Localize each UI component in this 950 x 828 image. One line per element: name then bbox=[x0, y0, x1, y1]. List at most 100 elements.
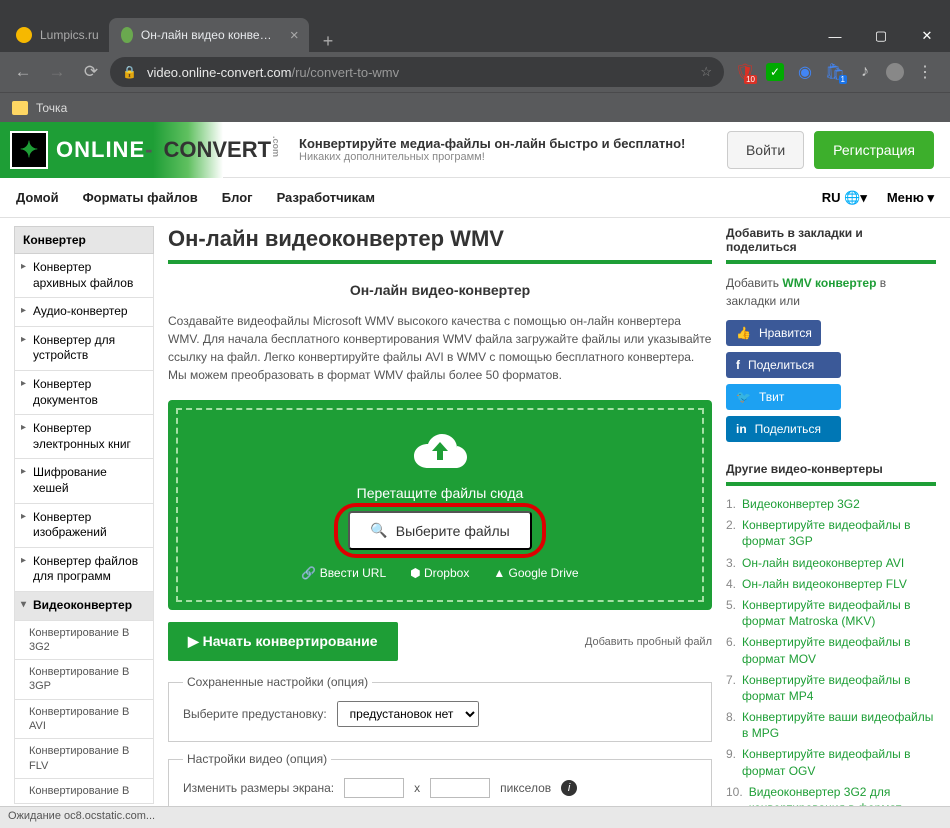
extension-icon[interactable]: ◉ bbox=[796, 63, 814, 81]
favicon-icon bbox=[121, 27, 133, 43]
sidebar-item-active[interactable]: Видеоконвертер bbox=[14, 592, 154, 621]
extension-icon[interactable]: ♪ bbox=[856, 63, 874, 81]
folder-icon bbox=[12, 101, 28, 115]
dropzone[interactable]: Перетащите файлы сюда 🔍 Выберите файлы 🔗… bbox=[168, 400, 712, 610]
status-bar: Ожидание oc8.ocstatic.com... bbox=[0, 806, 950, 828]
window-titlebar: Lumpics.ru Он-лайн видео конвертер WMV ×… bbox=[0, 0, 950, 52]
nav-formats[interactable]: Форматы файлов bbox=[83, 190, 198, 205]
nav-blog[interactable]: Блог bbox=[222, 190, 253, 205]
saved-presets-fieldset: Сохраненные настройки (опция) Выберите п… bbox=[168, 675, 712, 742]
linkedin-share-button[interactable]: in Поделиться bbox=[726, 416, 841, 442]
source-dropbox[interactable]: ⬢ Dropbox bbox=[410, 566, 469, 580]
other-converters-header: Другие видео-конвертеры bbox=[726, 462, 936, 486]
register-button[interactable]: Регистрация bbox=[814, 131, 934, 169]
sidebar-item[interactable]: Конвертер файлов для программ bbox=[14, 548, 154, 592]
preset-label: Выберите предустановку: bbox=[183, 707, 327, 721]
sidebar-item[interactable]: Конвертер изображений bbox=[14, 504, 154, 548]
sidebar-subitem[interactable]: Конвертирование В 3G2 bbox=[14, 621, 154, 661]
reload-button[interactable]: ⟳ bbox=[76, 57, 106, 87]
new-tab-button[interactable]: + bbox=[309, 31, 348, 52]
logo-icon: ✦ bbox=[10, 131, 48, 169]
nav-home[interactable]: Домой bbox=[16, 190, 59, 205]
address-bar: ← → ⟳ 🔒 video.online-convert.com/ru/conv… bbox=[0, 52, 950, 92]
converter-link[interactable]: Конвертируйте видеофайлы в формат OGV bbox=[742, 746, 936, 778]
converter-link[interactable]: Он-лайн видеоконвертер AVI bbox=[742, 555, 904, 571]
extension-icon[interactable]: 🛡10 bbox=[736, 63, 754, 81]
trial-file-link[interactable]: Добавить пробный файл bbox=[585, 636, 712, 648]
page-title: Он-лайн видеоконвертер WMV bbox=[168, 226, 712, 264]
profile-avatar[interactable] bbox=[886, 63, 904, 81]
converter-link[interactable]: Конвертируйте ваши видеофайлы в MPG bbox=[742, 709, 936, 741]
sidebar-subitem[interactable]: Конвертирование В FLV bbox=[14, 739, 154, 779]
bookmark-text: Добавить WMV конвертер в закладки или bbox=[726, 274, 936, 310]
preset-select[interactable]: предустановок нет bbox=[337, 701, 479, 727]
converter-link[interactable]: Конвертируйте видеофайлы в формат MOV bbox=[742, 634, 936, 666]
wmv-converter-link[interactable]: WMV конвертер bbox=[782, 276, 876, 290]
cloud-upload-icon bbox=[413, 430, 467, 470]
language-selector[interactable]: RU 🌐▾ bbox=[822, 190, 867, 206]
extension-icon[interactable]: 🛍1 bbox=[826, 63, 844, 81]
nav-developers[interactable]: Разработчикам bbox=[277, 190, 375, 205]
converter-list: 1.Видеоконвертер 3G2 2.Конвертируйте вид… bbox=[726, 496, 936, 806]
url-host: video.online-convert.com bbox=[147, 65, 292, 80]
minimize-button[interactable]: — bbox=[812, 20, 858, 52]
resize-label: Изменить размеры экрана: bbox=[183, 781, 334, 795]
sidebar-item[interactable]: Конвертер архивных файлов bbox=[14, 254, 154, 298]
login-button[interactable]: Войти bbox=[727, 131, 804, 169]
converter-link[interactable]: Конвертируйте видеофайлы в формат Matros… bbox=[742, 597, 936, 629]
twitter-share-button[interactable]: 🐦 Твит bbox=[726, 384, 841, 410]
site-header: ✦ ONLINE- CONVERT.com Конвертируйте меди… bbox=[0, 122, 950, 178]
bookmark-box-header: Добавить в закладки и поделиться bbox=[726, 226, 936, 264]
forward-button[interactable]: → bbox=[42, 57, 72, 87]
maximize-button[interactable]: ▢ bbox=[858, 20, 904, 52]
menu-toggle[interactable]: Меню ▾ bbox=[887, 190, 934, 206]
menu-icon[interactable]: ⋮ bbox=[916, 63, 934, 81]
sidebar-item[interactable]: Конвертер для устройств bbox=[14, 327, 154, 371]
like-button[interactable]: 👍 Нравится bbox=[726, 320, 821, 346]
close-icon[interactable]: × bbox=[290, 27, 299, 44]
favicon-icon bbox=[16, 27, 32, 43]
bookmark-item[interactable]: Точка bbox=[36, 101, 67, 115]
url-field[interactable]: 🔒 video.online-convert.com/ru/convert-to… bbox=[110, 57, 724, 87]
sidebar: Конвертер Конвертер архивных файлов Ауди… bbox=[14, 226, 154, 806]
width-input[interactable] bbox=[344, 778, 404, 798]
sidebar-item[interactable]: Конвертер документов bbox=[14, 371, 154, 415]
bookmarks-bar: Точка bbox=[0, 92, 950, 122]
sidebar-subitem[interactable]: Конвертирование В AVI bbox=[14, 700, 154, 740]
logo-text: CONVERT.com bbox=[163, 136, 281, 163]
browser-tab-active[interactable]: Он-лайн видео конвертер WMV × bbox=[109, 18, 309, 52]
converter-link[interactable]: Видеоконвертер 3G2 для конвертирования в… bbox=[749, 784, 936, 806]
star-icon[interactable]: ☆ bbox=[700, 64, 712, 80]
description: Создавайте видеофайлы Microsoft WMV высо… bbox=[168, 312, 712, 384]
height-input[interactable] bbox=[430, 778, 490, 798]
sidebar-header: Конвертер bbox=[14, 226, 154, 254]
sidebar-item[interactable]: Аудио-конвертер bbox=[14, 298, 154, 327]
tagline: Конвертируйте медиа-файлы он-лайн быстро… bbox=[299, 136, 685, 151]
subtitle: Он-лайн видео-конвертер bbox=[168, 282, 712, 298]
source-url[interactable]: 🔗 Ввести URL bbox=[301, 566, 386, 580]
browser-tab-inactive[interactable]: Lumpics.ru bbox=[4, 18, 109, 52]
url-path: /ru/convert-to-wmv bbox=[291, 65, 399, 80]
converter-link[interactable]: Он-лайн видеоконвертер FLV bbox=[742, 576, 907, 592]
converter-link[interactable]: Конвертируйте видеофайлы в формат 3GP bbox=[742, 517, 936, 549]
main-nav: Домой Форматы файлов Блог Разработчикам … bbox=[0, 178, 950, 218]
sidebar-item[interactable]: Конвертер электронных книг bbox=[14, 415, 154, 459]
sidebar-subitem[interactable]: Конвертирование В 3GP bbox=[14, 660, 154, 700]
facebook-share-button[interactable]: f Поделиться bbox=[726, 352, 841, 378]
video-settings-fieldset: Настройки видео (опция) Изменить размеры… bbox=[168, 752, 712, 806]
info-icon[interactable]: i bbox=[561, 780, 577, 796]
sidebar-item[interactable]: Шифрование хешей bbox=[14, 459, 154, 503]
close-button[interactable]: ✕ bbox=[904, 20, 950, 52]
extension-icon[interactable]: ✓ bbox=[766, 63, 784, 81]
converter-link[interactable]: Конвертируйте видеофайлы в формат MP4 bbox=[742, 672, 936, 704]
logo[interactable]: ✦ ONLINE- bbox=[0, 122, 153, 178]
sidebar-subitem[interactable]: Конвертирование В bbox=[14, 779, 154, 804]
converter-link[interactable]: Видеоконвертер 3G2 bbox=[742, 496, 860, 512]
tab-title: Lumpics.ru bbox=[40, 28, 99, 42]
source-gdrive[interactable]: ▲ Google Drive bbox=[493, 566, 578, 580]
tagline-sub: Никаких дополнительных программ! bbox=[299, 151, 685, 163]
start-convert-button[interactable]: ▶ Начать конвертирование bbox=[168, 622, 398, 661]
back-button[interactable]: ← bbox=[8, 57, 38, 87]
drop-label: Перетащите файлы сюда bbox=[188, 485, 692, 501]
highlight-ring bbox=[334, 503, 545, 558]
